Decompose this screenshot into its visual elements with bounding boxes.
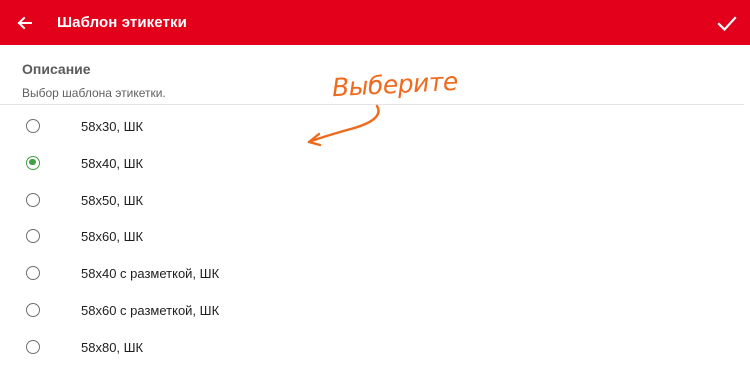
option-58x40[interactable]: 58x40, ШК [0, 145, 750, 182]
radio-button[interactable] [26, 266, 40, 281]
section-subtitle: Выбор шаблона этикетки. [22, 86, 166, 100]
option-label: 58x40 с разметкой, ШК [81, 266, 220, 282]
option-label: 58x60 с разметкой, ШК [81, 302, 220, 318]
option-58x60[interactable]: 58x60, ШК [0, 218, 750, 255]
arrow-left-icon [17, 16, 32, 30]
radio-button[interactable] [26, 119, 40, 133]
back-button[interactable] [12, 10, 38, 36]
radio-button[interactable] [26, 339, 40, 354]
radio-button[interactable] [26, 192, 40, 207]
check-icon [717, 16, 737, 32]
option-label: 58x50, ШК [81, 192, 144, 208]
option-58x40-markup[interactable]: 58x40 с разметкой, ШК [0, 255, 750, 292]
radio-button[interactable] [26, 302, 40, 317]
option-58x60-markup[interactable]: 58x60 с разметкой, ШК [0, 292, 750, 329]
radio-button[interactable] [26, 229, 40, 244]
option-label: 58x40, ШК [81, 155, 144, 171]
option-label: 58x60, ШК [81, 229, 144, 245]
page-title: Шаблон этикетки [57, 14, 187, 31]
done-button[interactable] [714, 10, 740, 36]
option-58x50[interactable]: 58x50, ШК [0, 182, 750, 219]
annotation-arrow-icon [307, 104, 380, 147]
section-title: Описание [22, 61, 91, 77]
option-label: 58x30, ШК [81, 119, 144, 134]
option-label: 58x80, ШК [81, 339, 144, 355]
option-58x80[interactable]: 58x80, ШК [0, 329, 750, 366]
app-bar: Шаблон этикетки [0, 0, 750, 45]
radio-button[interactable] [26, 155, 40, 170]
